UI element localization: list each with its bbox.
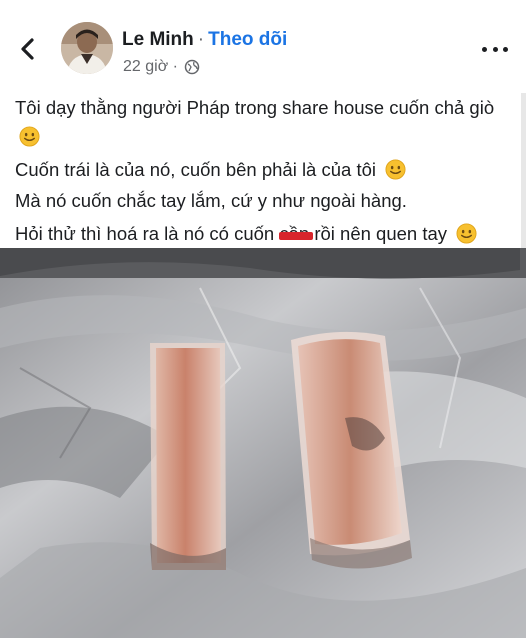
post-photo[interactable] xyxy=(0,248,526,638)
smile-emoji-icon xyxy=(19,126,40,147)
post-line-4-text: Hỏi thử thì hoá ra là nó có cuốn xyxy=(15,223,275,244)
more-dot xyxy=(492,46,498,52)
post-timestamp[interactable]: 22 giờ · xyxy=(123,58,178,76)
avatar[interactable] xyxy=(61,22,113,74)
post-line-4: Hỏi thử thì hoá ra là nó có cuốn cần rồi… xyxy=(15,219,515,248)
smile-emoji-icon xyxy=(385,159,406,180)
post-line-3: Mà nó cuốn chắc tay lắm, cứ y như ngoài … xyxy=(15,186,515,215)
post-line-4-end-text: rồi nên quen tay xyxy=(314,223,448,244)
post-line-2-text: Cuốn trái là của nó, cuốn bên phải là củ… xyxy=(15,159,376,180)
post-meta: 22 giờ · xyxy=(123,58,200,76)
scroll-edge xyxy=(521,93,526,248)
follow-button[interactable]: Theo dõi xyxy=(208,29,287,50)
censor-bar xyxy=(279,232,314,240)
post-text: Tôi dạy thằng người Pháp trong share hou… xyxy=(15,93,515,250)
author-separator: · xyxy=(197,29,205,50)
more-dot xyxy=(503,46,508,52)
post-line-1: Tôi dạy thằng người Pháp trong share hou… xyxy=(15,93,515,151)
chevron-left-icon[interactable] xyxy=(17,36,39,62)
avatar-photo xyxy=(61,22,113,74)
smile-emoji-icon xyxy=(456,223,477,244)
post-line-1-text: Tôi dạy thằng người Pháp trong share hou… xyxy=(15,97,495,118)
globe-icon xyxy=(184,59,200,75)
more-options-button[interactable] xyxy=(482,43,508,55)
author-name[interactable]: Le Minh xyxy=(122,29,194,50)
post-header: Le Minh · Theo dõi 22 giờ · xyxy=(0,0,526,86)
post-line-3-text: Mà nó cuốn chắc tay lắm, cứ y như ngoài … xyxy=(15,190,407,211)
censored-word: cần xyxy=(279,219,314,248)
post-line-2: Cuốn trái là của nó, cuốn bên phải là củ… xyxy=(15,155,515,184)
spring-rolls-photo xyxy=(0,248,526,638)
more-dot xyxy=(482,46,487,52)
author-line: Le Minh · Theo dõi xyxy=(122,29,287,51)
